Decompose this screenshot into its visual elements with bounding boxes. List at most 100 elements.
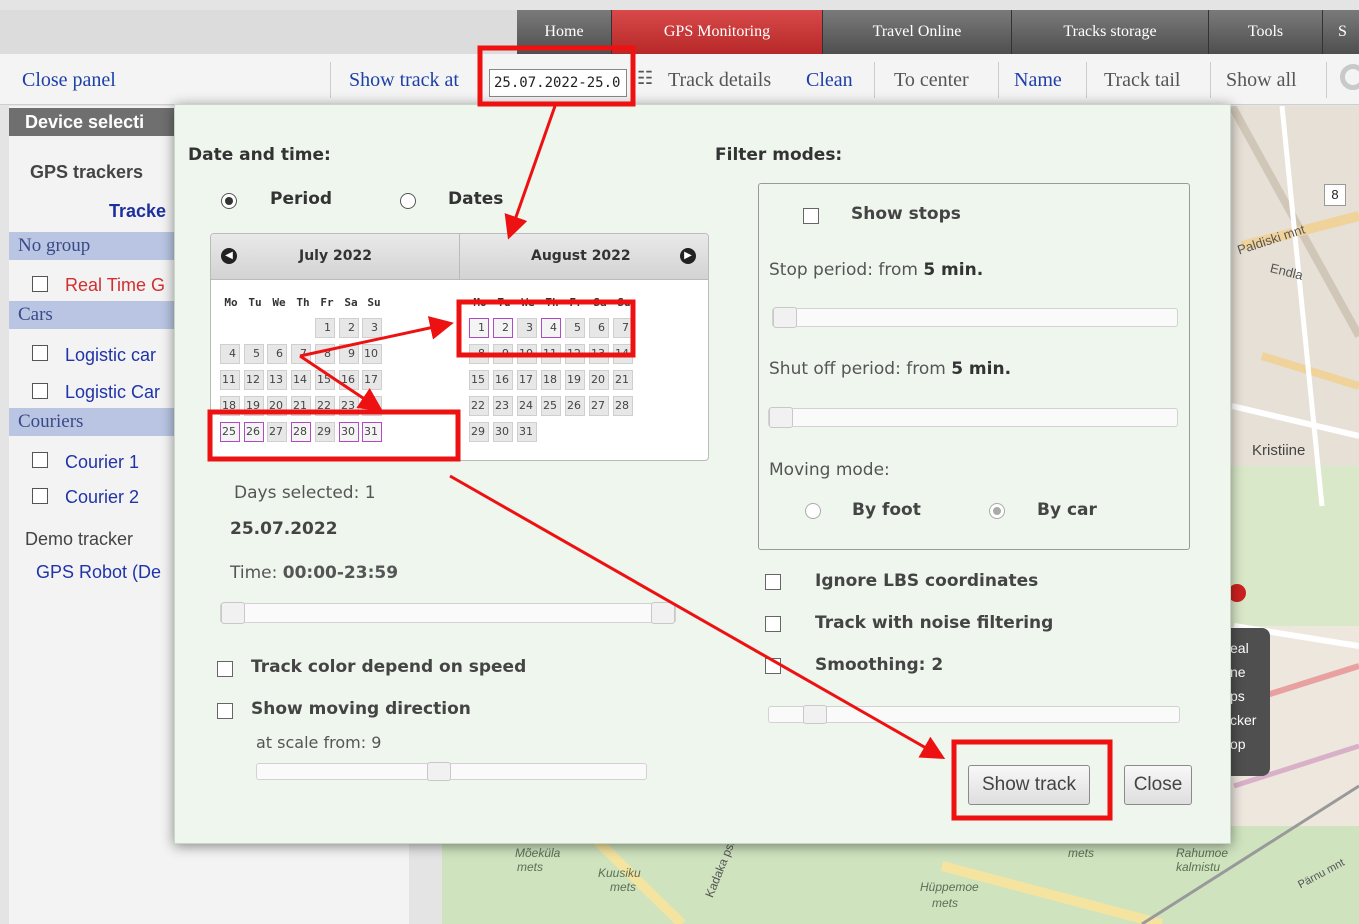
calendar-day[interactable]: 7 bbox=[613, 318, 633, 338]
calendar-day[interactable]: 10 bbox=[517, 344, 537, 364]
calendar-day[interactable]: 5 bbox=[244, 344, 264, 364]
show-stops-checkbox[interactable] bbox=[803, 208, 819, 224]
noise-filtering-label[interactable]: Track with noise filtering bbox=[815, 613, 1053, 633]
calendar-day[interactable]: 3 bbox=[517, 318, 537, 338]
calendar-day[interactable]: 28 bbox=[613, 396, 633, 416]
calendar-day[interactable]: 24 bbox=[362, 396, 382, 416]
calendar-day[interactable]: 19 bbox=[565, 370, 585, 390]
ignore-lbs-label[interactable]: Ignore LBS coordinates bbox=[815, 571, 1038, 591]
stop-period-slider[interactable] bbox=[772, 307, 1178, 328]
ignore-lbs-checkbox[interactable] bbox=[765, 574, 781, 590]
track-color-speed-checkbox[interactable] bbox=[217, 661, 233, 677]
by-car-label[interactable]: By car bbox=[1037, 500, 1097, 520]
logistic-car-1-checkbox[interactable] bbox=[32, 345, 48, 361]
calendar-day[interactable]: 8 bbox=[315, 344, 335, 364]
calendar-day[interactable]: 30 bbox=[339, 422, 359, 442]
show-all-link[interactable]: Show all bbox=[1226, 69, 1297, 92]
device-real-time[interactable]: Real Time G bbox=[65, 275, 165, 296]
calendar-day[interactable]: 30 bbox=[493, 422, 513, 442]
time-start-handle[interactable] bbox=[221, 602, 245, 624]
dates-radio[interactable] bbox=[400, 193, 416, 209]
shutoff-period-slider[interactable] bbox=[768, 407, 1178, 428]
to-center-link[interactable]: To center bbox=[894, 69, 969, 92]
tab-tools[interactable]: Tools bbox=[1209, 10, 1323, 54]
calendar-day[interactable]: 18 bbox=[541, 370, 561, 390]
tab-tracks-storage[interactable]: Tracks storage bbox=[1012, 10, 1209, 54]
calendar-day[interactable]: 21 bbox=[613, 370, 633, 390]
logistic-car-2-checkbox[interactable] bbox=[32, 383, 48, 399]
tab-travel-online[interactable]: Travel Online bbox=[823, 10, 1012, 54]
calendar-day[interactable]: 12 bbox=[565, 344, 585, 364]
calendar-day[interactable]: 25 bbox=[541, 396, 561, 416]
calendar-day[interactable]: 9 bbox=[493, 344, 513, 364]
clean-link[interactable]: Clean bbox=[806, 69, 853, 92]
calendar-day[interactable]: 14 bbox=[613, 344, 633, 364]
calendar-day[interactable]: 29 bbox=[469, 422, 489, 442]
calendar-day[interactable]: 20 bbox=[267, 396, 287, 416]
tab-more[interactable]: S bbox=[1323, 10, 1359, 54]
calendar-day[interactable]: 26 bbox=[244, 422, 264, 442]
calendar-day[interactable]: 21 bbox=[291, 396, 311, 416]
period-label[interactable]: Period bbox=[270, 189, 332, 209]
period-radio[interactable] bbox=[221, 193, 237, 209]
calendar-day[interactable]: 4 bbox=[541, 318, 561, 338]
show-track-button[interactable]: Show track bbox=[968, 765, 1090, 805]
calendar-day[interactable]: 16 bbox=[339, 370, 359, 390]
dates-label[interactable]: Dates bbox=[448, 189, 503, 209]
tab-home[interactable]: Home bbox=[517, 10, 612, 54]
real-time-checkbox[interactable] bbox=[32, 276, 48, 292]
calendar-day[interactable]: 2 bbox=[339, 318, 359, 338]
time-range-slider[interactable] bbox=[220, 602, 676, 624]
track-color-speed-label[interactable]: Track color depend on speed bbox=[251, 657, 526, 677]
show-track-at-label[interactable]: Show track at bbox=[349, 69, 459, 92]
calendar-day[interactable]: 31 bbox=[362, 422, 382, 442]
calendar-day[interactable]: 27 bbox=[267, 422, 287, 442]
prev-month-icon[interactable]: ◀ bbox=[221, 248, 237, 264]
calendar-day[interactable]: 23 bbox=[339, 396, 359, 416]
calendar-day[interactable]: 31 bbox=[517, 422, 537, 442]
tab-gps-monitoring[interactable]: GPS Monitoring bbox=[612, 10, 823, 54]
real-time-tracker-tip[interactable]: eal ne ps cker op bbox=[1230, 628, 1270, 776]
device-courier-2[interactable]: Courier 2 bbox=[65, 487, 139, 508]
calendar-day[interactable]: 22 bbox=[315, 396, 335, 416]
calendar-day[interactable]: 29 bbox=[315, 422, 335, 442]
calendar-day[interactable]: 15 bbox=[315, 370, 335, 390]
smoothing-label[interactable]: Smoothing: 2 bbox=[815, 655, 943, 675]
next-month-icon[interactable]: ▶ bbox=[680, 248, 696, 264]
name-link[interactable]: Name bbox=[1014, 69, 1062, 92]
courier-2-checkbox[interactable] bbox=[32, 488, 48, 504]
track-date-input[interactable]: 25.07.2022-25.0 bbox=[489, 69, 627, 97]
calendar-day[interactable]: 19 bbox=[244, 396, 264, 416]
calendar-day[interactable]: 3 bbox=[362, 318, 382, 338]
calendar-day[interactable]: 17 bbox=[517, 370, 537, 390]
calendar-day[interactable]: 13 bbox=[589, 344, 609, 364]
calendar-day[interactable]: 2 bbox=[493, 318, 513, 338]
device-gps-robot[interactable]: GPS Robot (De bbox=[36, 562, 161, 583]
calendar-day[interactable]: 17 bbox=[362, 370, 382, 390]
calendar-day[interactable]: 24 bbox=[517, 396, 537, 416]
calendar-day[interactable]: 6 bbox=[589, 318, 609, 338]
calendar-day[interactable]: 1 bbox=[315, 318, 335, 338]
calendar-day[interactable]: 15 bbox=[469, 370, 489, 390]
by-foot-radio[interactable] bbox=[805, 503, 821, 519]
smoothing-handle[interactable] bbox=[803, 705, 827, 724]
calendar-day[interactable]: 7 bbox=[291, 344, 311, 364]
calendar-day[interactable]: 14 bbox=[291, 370, 311, 390]
calendar-day[interactable]: 11 bbox=[220, 370, 240, 390]
device-logistic-car-1[interactable]: Logistic car bbox=[65, 345, 156, 366]
calendar-day[interactable]: 11 bbox=[541, 344, 561, 364]
calendar-day[interactable]: 22 bbox=[469, 396, 489, 416]
trackers-link[interactable]: Tracke bbox=[109, 201, 166, 222]
noise-filtering-checkbox[interactable] bbox=[765, 616, 781, 632]
scale-slider[interactable] bbox=[256, 762, 647, 781]
device-logistic-car-2[interactable]: Logistic Car bbox=[65, 382, 160, 403]
calendar-day[interactable]: 8 bbox=[469, 344, 489, 364]
by-car-radio[interactable] bbox=[989, 503, 1005, 519]
close-panel-link[interactable]: Close panel bbox=[22, 69, 116, 92]
device-courier-1[interactable]: Courier 1 bbox=[65, 452, 139, 473]
calendar-day[interactable]: 1 bbox=[469, 318, 489, 338]
calendar-day[interactable]: 28 bbox=[291, 422, 311, 442]
calendar-day[interactable]: 20 bbox=[589, 370, 609, 390]
track-tail-link[interactable]: Track tail bbox=[1104, 69, 1180, 92]
gear-icon[interactable] bbox=[1340, 64, 1359, 90]
